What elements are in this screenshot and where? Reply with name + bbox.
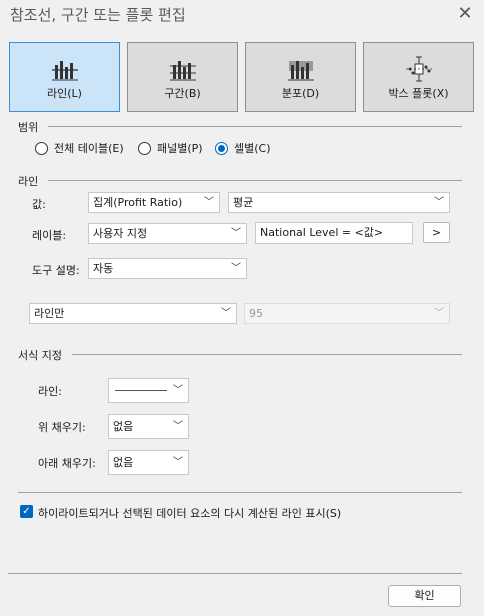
ok-button[interactable]: 확인 (388, 585, 461, 607)
line-style-preview (115, 390, 167, 391)
line-chart-icon (10, 55, 119, 85)
line-style-dropdown[interactable]: ﹀ (108, 378, 189, 403)
chevron-down-icon: ﹀ (231, 263, 241, 274)
value-field-dropdown[interactable]: 집계(Profit Ratio) ﹀ (88, 192, 220, 213)
insert-field-button[interactable]: > (423, 222, 450, 243)
recalculated-line-label: 하이라이트되거나 선택된 데이터 요소의 다시 계산된 라인 표시(S) (38, 507, 342, 520)
type-distribution-button[interactable]: 분포(D) (245, 42, 356, 112)
format-bottom-separator (18, 492, 462, 493)
format-separator (72, 354, 462, 355)
close-button[interactable]: ✕ (452, 2, 478, 26)
value-field-text: 집계(Profit Ratio) (93, 196, 183, 209)
chevron-down-icon: ﹀ (173, 421, 183, 432)
radio-dot (138, 141, 151, 155)
radio-dot (215, 141, 228, 155)
scope-heading: 범위 (18, 121, 39, 134)
value-label: 값: (32, 198, 46, 211)
custom-label-input[interactable]: National Level = <값> (255, 222, 413, 244)
chevron-down-icon: ﹀ (221, 308, 231, 319)
radio-dot (35, 141, 48, 155)
value-aggregation-text: 평균 (233, 196, 254, 209)
confidence-level-dropdown: 95 ﹀ (244, 303, 450, 324)
scope-per-pane-label: 패널별(P) (157, 142, 203, 155)
type-band-label: 구간(B) (164, 87, 201, 100)
label-label: 레이블: (32, 229, 67, 242)
band-chart-icon (128, 55, 237, 85)
type-boxplot-label: 박스 플롯(X) (388, 87, 449, 100)
type-band-button[interactable]: 구간(B) (127, 42, 238, 112)
dialog-title: 참조선, 구간 또는 플롯 편집 (10, 6, 186, 24)
type-line-label: 라인(L) (47, 87, 82, 100)
type-boxplot-button[interactable]: 박스 플롯(X) (363, 42, 474, 112)
chevron-down-icon: ﹀ (204, 197, 214, 208)
scope-per-cell-label: 셀별(C) (234, 142, 271, 155)
line-heading: 라인 (18, 175, 39, 188)
chevron-down-icon: ﹀ (434, 197, 444, 208)
scope-per-cell-radio[interactable]: 셀별(C) (215, 140, 271, 156)
fill-above-text: 없음 (113, 420, 134, 433)
scope-per-pane-radio[interactable]: 패널별(P) (138, 140, 203, 156)
recalculated-line-checkbox[interactable]: ✓ (20, 505, 33, 518)
tooltip-mode-text: 자동 (93, 262, 114, 275)
chevron-down-icon: ﹀ (173, 385, 183, 396)
value-aggregation-dropdown[interactable]: 평균 ﹀ (228, 192, 450, 213)
tooltip-label: 도구 설명: (32, 264, 80, 277)
tooltip-mode-dropdown[interactable]: 자동 ﹀ (88, 258, 247, 279)
scope-separator (48, 126, 462, 127)
fill-below-label: 아래 채우기: (38, 457, 96, 470)
line-separator (48, 180, 462, 181)
scope-entire-table-radio[interactable]: 전체 테이블(E) (35, 140, 124, 156)
chevron-down-icon: ﹀ (434, 308, 444, 319)
fill-above-dropdown[interactable]: 없음 ﹀ (108, 414, 189, 439)
fill-below-text: 없음 (113, 456, 134, 469)
chevron-down-icon: ﹀ (231, 228, 241, 239)
distribution-chart-icon (246, 55, 355, 85)
type-line-button[interactable]: 라인(L) (9, 42, 120, 112)
format-line-label: 라인: (38, 385, 62, 398)
chevron-down-icon: ﹀ (173, 457, 183, 468)
check-icon: ✓ (22, 506, 31, 517)
type-distribution-label: 분포(D) (281, 87, 320, 100)
fill-below-dropdown[interactable]: 없음 ﹀ (108, 450, 189, 475)
confidence-interval-text: 라인만 (34, 307, 65, 320)
confidence-level-text: 95 (249, 307, 263, 320)
label-mode-text: 사용자 지정 (93, 227, 148, 240)
confidence-interval-dropdown[interactable]: 라인만 ﹀ (29, 303, 237, 324)
format-heading: 서식 지정 (18, 349, 62, 362)
scope-entire-table-label: 전체 테이블(E) (54, 142, 124, 155)
footer-separator (8, 573, 462, 574)
box-plot-icon (364, 55, 473, 85)
fill-above-label: 위 채우기: (38, 421, 86, 434)
label-mode-dropdown[interactable]: 사용자 지정 ﹀ (88, 223, 247, 244)
